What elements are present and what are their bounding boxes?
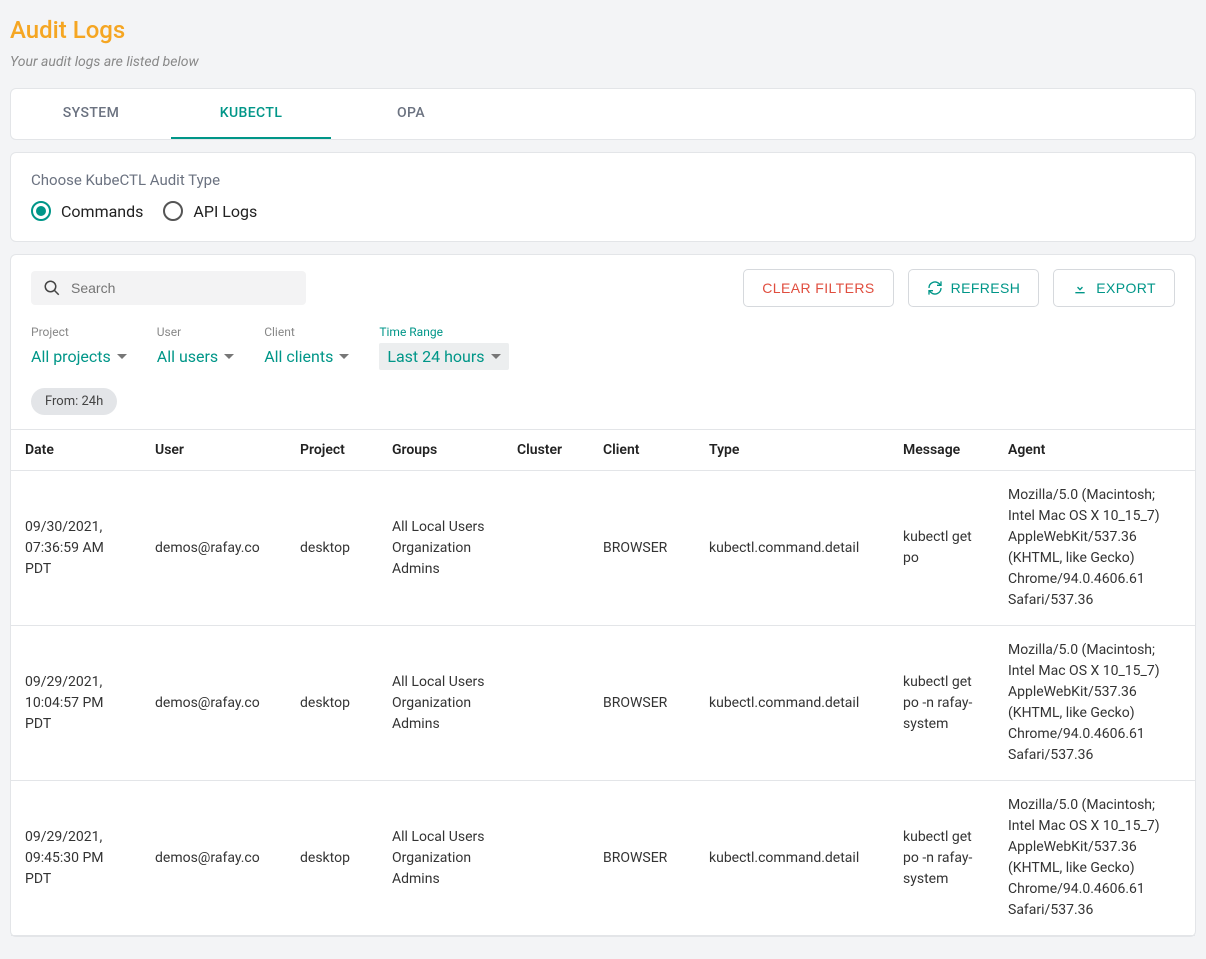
chevron-down-icon — [339, 354, 349, 359]
table-row: 09/30/2021, 07:36:59 AM PDTdemos@rafay.c… — [11, 471, 1195, 626]
cell-client: BROWSER — [589, 781, 695, 936]
table-row: 09/29/2021, 10:04:57 PM PDTdemos@rafay.c… — [11, 626, 1195, 781]
column-header-message: Message — [889, 430, 994, 471]
refresh-icon — [927, 280, 943, 296]
cell-user: demos@rafay.co — [141, 781, 286, 936]
tab-opa[interactable]: OPA — [331, 89, 491, 139]
export-button[interactable]: EXPORT — [1053, 269, 1175, 307]
cell-agent: Mozilla/5.0 (Macintosh; Intel Mac OS X 1… — [994, 626, 1195, 781]
audit-type-options: Commands API Logs — [31, 201, 1175, 221]
cell-user: demos@rafay.co — [141, 626, 286, 781]
filter-value-text: All projects — [31, 347, 111, 366]
filter-chip[interactable]: From: 24h — [31, 388, 117, 415]
table-row: 09/29/2021, 09:45:30 PM PDTdemos@rafay.c… — [11, 781, 1195, 936]
filter-label: User — [157, 325, 234, 339]
filter-value-text: All users — [157, 347, 218, 366]
cell-project: desktop — [286, 626, 378, 781]
search-box[interactable] — [31, 271, 306, 305]
logs-card: CLEAR FILTERS REFRESH EXPORT ProjectAll … — [10, 254, 1196, 937]
search-icon — [43, 279, 61, 297]
cell-message: kubectl get po — [889, 471, 994, 626]
download-icon — [1072, 280, 1088, 296]
tabs: SYSTEMKUBECTLOPA — [11, 89, 1195, 139]
column-header-cluster: Cluster — [503, 430, 589, 471]
cell-cluster — [503, 471, 589, 626]
column-header-client: Client — [589, 430, 695, 471]
column-header-type: Type — [695, 430, 889, 471]
filter-dropdown[interactable]: All users — [157, 343, 234, 370]
cell-user: demos@rafay.co — [141, 471, 286, 626]
cell-project: desktop — [286, 781, 378, 936]
chevron-down-icon — [491, 354, 501, 359]
filter-client: Client All clients — [264, 325, 349, 370]
chevron-down-icon — [224, 354, 234, 359]
search-input[interactable] — [71, 280, 294, 296]
page-title: Audit Logs — [10, 16, 1196, 44]
tab-kubectl[interactable]: KUBECTL — [171, 89, 331, 139]
refresh-label: REFRESH — [951, 280, 1021, 296]
chevron-down-icon — [117, 354, 127, 359]
cell-date: 09/29/2021, 09:45:30 PM PDT — [11, 781, 141, 936]
cell-type: kubectl.command.detail — [695, 781, 889, 936]
cell-cluster — [503, 626, 589, 781]
filter-label: Client — [264, 325, 349, 339]
filter-dropdown[interactable]: All clients — [264, 343, 349, 370]
filter-value-text: All clients — [264, 347, 333, 366]
radio-api-logs[interactable]: API Logs — [163, 201, 257, 221]
cell-type: kubectl.command.detail — [695, 626, 889, 781]
cell-agent: Mozilla/5.0 (Macintosh; Intel Mac OS X 1… — [994, 471, 1195, 626]
column-header-project: Project — [286, 430, 378, 471]
radio-icon — [31, 201, 51, 221]
filter-value-text: Last 24 hours — [387, 347, 484, 366]
cell-date: 09/30/2021, 07:36:59 AM PDT — [11, 471, 141, 626]
filter-label: Time Range — [379, 325, 508, 339]
audit-type-card: Choose KubeCTL Audit Type Commands API Lo… — [10, 152, 1196, 242]
cell-project: desktop — [286, 471, 378, 626]
radio-label: Commands — [61, 202, 143, 221]
column-header-groups: Groups — [378, 430, 503, 471]
filter-project: Project All projects — [31, 325, 127, 370]
cell-message: kubectl get po -n rafay-system — [889, 626, 994, 781]
filter-label: Project — [31, 325, 127, 339]
cell-groups: All Local Users Organization Admins — [378, 781, 503, 936]
cell-agent: Mozilla/5.0 (Macintosh; Intel Mac OS X 1… — [994, 781, 1195, 936]
refresh-button[interactable]: REFRESH — [908, 269, 1040, 307]
radio-label: API Logs — [193, 202, 257, 221]
column-header-agent: Agent — [994, 430, 1195, 471]
filter-dropdown[interactable]: All projects — [31, 343, 127, 370]
tabs-card: SYSTEMKUBECTLOPA — [10, 88, 1196, 140]
page-subtitle: Your audit logs are listed below — [10, 54, 1196, 70]
column-header-user: User — [141, 430, 286, 471]
column-header-date: Date — [11, 430, 141, 471]
cell-date: 09/29/2021, 10:04:57 PM PDT — [11, 626, 141, 781]
radio-commands[interactable]: Commands — [31, 201, 143, 221]
export-label: EXPORT — [1096, 280, 1156, 296]
cell-cluster — [503, 781, 589, 936]
radio-icon — [163, 201, 183, 221]
tab-system[interactable]: SYSTEM — [11, 89, 171, 139]
cell-groups: All Local Users Organization Admins — [378, 471, 503, 626]
audit-type-label: Choose KubeCTL Audit Type — [31, 171, 1175, 189]
clear-filters-label: CLEAR FILTERS — [762, 280, 874, 296]
cell-type: kubectl.command.detail — [695, 471, 889, 626]
logs-table: DateUserProjectGroupsClusterClientTypeMe… — [11, 429, 1195, 936]
filter-user: User All users — [157, 325, 234, 370]
filter-time-range: Time Range Last 24 hours — [379, 325, 508, 370]
filter-row: Project All projects User All users Client Al… — [31, 325, 1175, 370]
clear-filters-button[interactable]: CLEAR FILTERS — [743, 269, 893, 307]
filter-dropdown[interactable]: Last 24 hours — [379, 343, 508, 370]
cell-client: BROWSER — [589, 471, 695, 626]
cell-groups: All Local Users Organization Admins — [378, 626, 503, 781]
cell-message: kubectl get po -n rafay-system — [889, 781, 994, 936]
cell-client: BROWSER — [589, 626, 695, 781]
